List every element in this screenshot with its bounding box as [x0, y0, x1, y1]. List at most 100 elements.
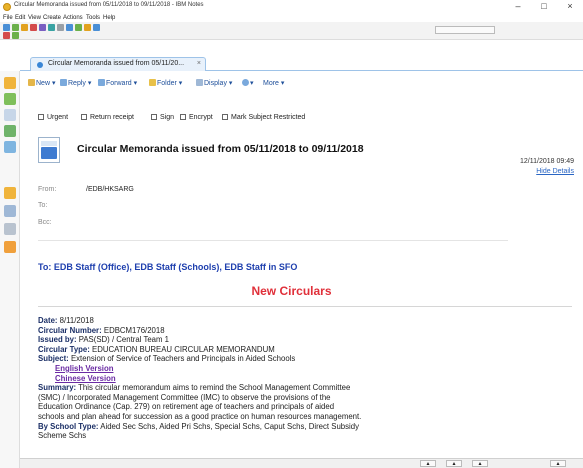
status-control[interactable]: ▴	[550, 460, 566, 467]
contacts-icon[interactable]	[4, 109, 16, 121]
magnifier-icon	[242, 79, 249, 86]
more-label: More	[263, 80, 279, 87]
menu-tools[interactable]: Tools	[86, 14, 100, 22]
summary-label: Summary:	[38, 383, 77, 393]
circular-details: Date: 8/11/2018 Circular Number: EDBCM17…	[38, 316, 578, 441]
issued-by-value: PAS(SD) / Central Team 1	[78, 335, 170, 345]
search-button[interactable]: ▾	[242, 79, 254, 87]
mark-subject-restricted-label: Mark Subject Restricted	[231, 114, 306, 121]
school-type-line: Scheme Schs	[38, 431, 87, 441]
open-list-icon[interactable]	[4, 241, 16, 253]
menu-view[interactable]: View	[28, 14, 41, 22]
window-titlebar: Circular Memoranda issued from 05/11/201…	[0, 0, 583, 14]
home-icon[interactable]	[3, 32, 10, 39]
memo-envelope-icon	[38, 137, 60, 163]
school-type-value: Aided Sec Schs, Aided Pri Schs, Special …	[100, 421, 359, 431]
mail-tab-icon	[37, 62, 43, 68]
reply-icon	[60, 79, 67, 86]
reply-button[interactable]: Reply ▾	[60, 79, 91, 87]
replicate-icon[interactable]	[12, 32, 19, 39]
summary-row: Summary: This circular memorandum aims t…	[38, 383, 578, 393]
new-button[interactable]: New ▾	[28, 79, 55, 87]
body-recipients: To: EDB Staff (Office), EDB Staff (Schoo…	[38, 262, 298, 272]
print-icon[interactable]	[48, 24, 55, 31]
from-label: From:	[38, 186, 57, 193]
status-control[interactable]: ▴	[446, 460, 462, 467]
new-label: New	[36, 80, 51, 87]
window-title: Circular Memoranda issued from 05/11/201…	[14, 2, 204, 8]
summary-line: schools and plan ahead for succession as…	[38, 411, 362, 421]
checkbox-icon	[38, 114, 44, 120]
tab-label: Circular Memoranda issued from 05/11/20.…	[48, 60, 185, 67]
tab-close-icon[interactable]: ×	[197, 60, 201, 67]
reply-label: Reply	[68, 80, 86, 87]
encrypt-label: Encrypt	[189, 114, 213, 121]
more-button[interactable]: More ▾	[263, 79, 284, 87]
header-divider	[38, 240, 508, 241]
toolbar-search-box[interactable]	[435, 26, 495, 34]
urgent-checkbox[interactable]: Urgent	[38, 114, 68, 121]
delivery-options: Urgent Return receipt Sign Encrypt Mark …	[38, 114, 578, 124]
forward-button[interactable]: Forward ▾	[98, 79, 137, 87]
checkbox-icon	[180, 114, 186, 120]
search-icon[interactable]	[84, 24, 91, 31]
encrypt-checkbox[interactable]: Encrypt	[180, 114, 213, 121]
maximize-button[interactable]: □	[531, 0, 557, 14]
replication-icon[interactable]	[4, 141, 16, 153]
status-control[interactable]: ▴	[420, 460, 436, 467]
mark-subject-restricted-checkbox[interactable]: Mark Subject Restricted	[222, 114, 305, 121]
circular-type-row: Circular Type: EDUCATION BUREAU CIRCULAR…	[38, 345, 578, 355]
menu-file[interactable]: File	[3, 14, 13, 22]
subject-label: Subject:	[38, 354, 69, 364]
date-value: 8/11/2018	[59, 316, 94, 325]
menu-edit[interactable]: Edit	[15, 14, 25, 22]
return-receipt-checkbox[interactable]: Return receipt	[81, 114, 134, 121]
tab-bar: Circular Memoranda issued from 05/11/20.…	[20, 57, 583, 71]
refresh-icon[interactable]	[39, 24, 46, 31]
paste-icon[interactable]	[75, 24, 82, 31]
home-page-icon[interactable]	[4, 77, 16, 89]
file-icon[interactable]	[4, 223, 16, 235]
sign-checkbox[interactable]: Sign	[151, 114, 174, 121]
checkbox-icon	[151, 114, 157, 120]
date-label: Date:	[38, 316, 58, 325]
forward-icon	[98, 79, 105, 86]
summary-line: Education Ordinance (Cap. 279) on retire…	[38, 402, 335, 412]
date-row: Date: 8/11/2018	[38, 316, 578, 326]
tab-circular-memoranda[interactable]: Circular Memoranda issued from 05/11/20.…	[30, 57, 206, 71]
summary-text: This circular memorandum aims to remind …	[78, 383, 351, 393]
cut-icon[interactable]	[57, 24, 64, 31]
menu-help[interactable]: Help	[103, 14, 115, 22]
issued-by-row: Issued by: PAS(SD) / Central Team 1	[38, 335, 578, 345]
workspace-icon[interactable]	[4, 205, 16, 217]
open-icon[interactable]	[3, 24, 10, 31]
new-circulars-heading: New Circulars	[251, 284, 332, 298]
todo-icon[interactable]	[4, 125, 16, 137]
stop-icon[interactable]	[30, 24, 37, 31]
school-type-label: By School Type:	[38, 421, 99, 431]
back-icon[interactable]	[12, 24, 19, 31]
menu-bar: File Edit View Create Actions Tools Help	[0, 14, 583, 22]
forward-nav-icon[interactable]	[21, 24, 28, 31]
menu-create[interactable]: Create	[43, 14, 61, 22]
circular-number-row: Circular Number: EDBCM176/2018	[38, 326, 578, 336]
summary-line: (SMC) / Incorporated Management Committe…	[38, 392, 331, 402]
hide-details-link[interactable]: Hide Details	[536, 168, 574, 175]
minimize-button[interactable]: –	[505, 0, 531, 14]
display-label: Display	[204, 80, 227, 87]
menu-actions[interactable]: Actions	[63, 14, 83, 22]
display-button[interactable]: Display ▾	[196, 79, 232, 87]
bookmark-icon[interactable]	[93, 24, 100, 31]
folder-button[interactable]: Folder ▾	[149, 79, 182, 87]
chinese-version-link[interactable]: Chinese Version	[55, 374, 116, 383]
status-control[interactable]: ▴	[472, 460, 488, 467]
left-sidebar	[0, 71, 20, 468]
from-value[interactable]: /EDB/HKSARG	[86, 186, 134, 193]
close-window-button[interactable]: ×	[557, 0, 583, 14]
body-divider	[38, 306, 572, 307]
mail-icon[interactable]	[4, 187, 16, 199]
copy-icon[interactable]	[66, 24, 73, 31]
main-toolbar	[0, 22, 583, 40]
english-version-link[interactable]: English Version	[55, 364, 114, 373]
calendar-icon[interactable]	[4, 93, 16, 105]
